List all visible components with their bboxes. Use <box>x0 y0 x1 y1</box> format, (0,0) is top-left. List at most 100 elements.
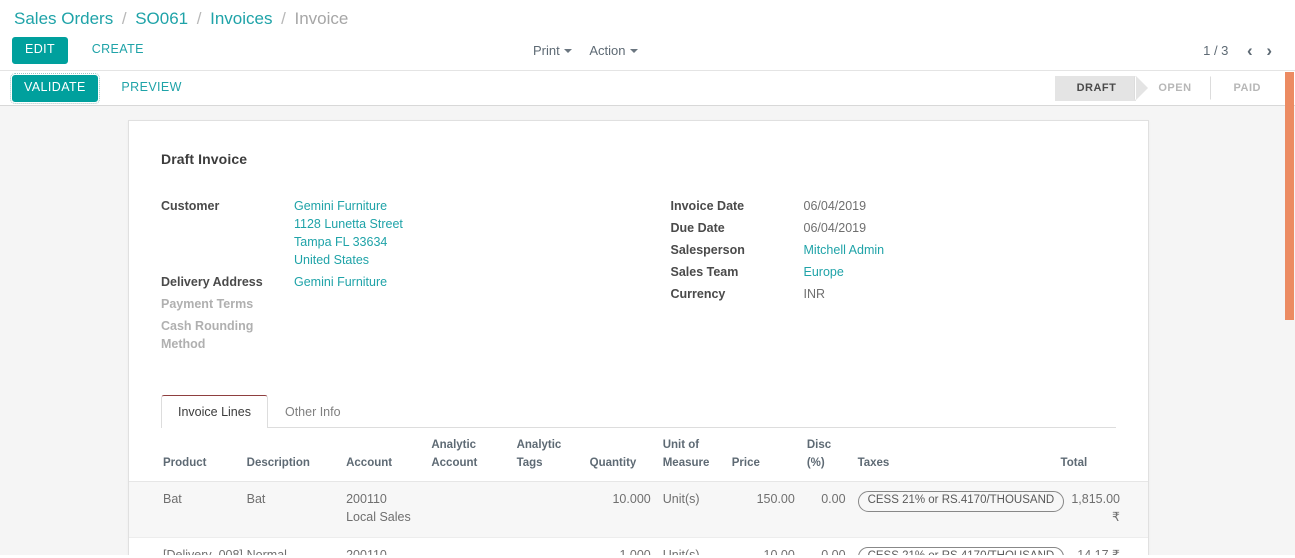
column-header-quantity[interactable]: Quantity <box>583 428 657 482</box>
field-group-left: Customer Gemini Furniture 1128 Lunetta S… <box>161 197 639 357</box>
cell-price[interactable]: 10.00 <box>725 537 801 555</box>
cell-unit-of-measure[interactable]: Unit(s) <box>656 481 726 538</box>
cell-analytic-account[interactable] <box>425 481 511 538</box>
edit-button[interactable]: EDIT <box>12 37 69 64</box>
print-menu[interactable]: Print <box>533 43 572 58</box>
uom-line2: Measure <box>662 457 710 469</box>
page-scrollbar[interactable] <box>1284 72 1295 558</box>
cell-analytic-tags[interactable] <box>510 481 584 538</box>
field-due-date-label: Due Date <box>670 221 725 235</box>
customer-street[interactable]: 1128 Lunetta Street <box>294 215 403 233</box>
field-due-date: Due Date 06/04/2019 <box>671 219 1117 237</box>
field-due-date-value[interactable]: 06/04/2019 <box>804 219 867 237</box>
table-row[interactable]: Bat Bat 200110 Local Sales 10.000 Unit(s… <box>129 481 1148 538</box>
breadcrumb-item-sales-orders[interactable]: Sales Orders <box>14 9 113 28</box>
field-payment-terms-label: Payment Terms <box>161 297 254 311</box>
column-header-price[interactable]: Price <box>725 428 801 482</box>
field-invoice-date: Invoice Date 06/04/2019 <box>671 197 1117 215</box>
cell-analytic-tags[interactable] <box>510 537 584 555</box>
field-customer-value: Gemini Furniture 1128 Lunetta Street Tam… <box>294 197 403 269</box>
column-header-taxes[interactable]: Taxes <box>851 428 1055 482</box>
cash-rounding-label-line2: Method <box>161 337 206 351</box>
invoice-lines-table: Product Description Account Analytic Acc… <box>129 428 1148 555</box>
field-cash-rounding-method: Cash Rounding Method <box>161 317 639 353</box>
breadcrumb-item-so061[interactable]: SO061 <box>135 9 188 28</box>
cell-unit-of-measure[interactable]: Unit(s) <box>656 537 726 555</box>
stage-paid[interactable]: PAID <box>1209 76 1281 101</box>
customer-city[interactable]: Tampa FL 33634 <box>294 233 403 251</box>
cell-quantity[interactable]: 1.000 <box>583 537 657 555</box>
cell-disc[interactable]: 0.00 <box>800 481 852 538</box>
field-delivery-address-label: Delivery Address <box>161 275 263 289</box>
field-sales-team-label: Sales Team <box>670 265 739 279</box>
control-panel-menus: Print Action <box>533 43 652 58</box>
field-groups: Customer Gemini Furniture 1128 Lunetta S… <box>161 197 1116 357</box>
cell-analytic-account[interactable] <box>425 537 511 555</box>
column-header-total[interactable]: Total <box>1054 428 1148 482</box>
cell-disc[interactable]: 0.00 <box>800 537 852 555</box>
preview-button[interactable]: PREVIEW <box>111 76 191 101</box>
cell-total[interactable]: 1,815.00 ₹ <box>1054 481 1148 538</box>
uom-line1: Unit of <box>662 439 700 451</box>
column-header-disc[interactable]: Disc (%) <box>800 428 852 482</box>
field-payment-terms: Payment Terms <box>161 295 639 313</box>
pager-next-icon[interactable]: › <box>1261 42 1277 59</box>
customer-country[interactable]: United States <box>294 251 403 269</box>
validate-button[interactable]: VALIDATE <box>10 73 100 104</box>
column-header-unit-of-measure[interactable]: Unit of Measure <box>656 428 726 482</box>
field-invoice-date-value[interactable]: 06/04/2019 <box>804 197 867 215</box>
notebook: Invoice Lines Other Info Product Descrip… <box>129 395 1148 555</box>
table-header-row: Product Description Account Analytic Acc… <box>129 428 1148 482</box>
table-row[interactable]: [Delivery_008] Normal Delivery Charges N… <box>129 537 1148 555</box>
analytic-account-line2: Account <box>431 457 478 469</box>
cell-description[interactable]: Bat <box>240 481 341 538</box>
stage-draft[interactable]: DRAFT <box>1054 76 1149 101</box>
tab-invoice-lines[interactable]: Invoice Lines <box>161 395 268 428</box>
cell-quantity[interactable]: 10.000 <box>583 481 657 538</box>
breadcrumb-item-invoices[interactable]: Invoices <box>210 9 272 28</box>
field-currency-value[interactable]: INR <box>804 285 826 303</box>
cell-account[interactable]: 200110 Local Sales <box>340 481 426 538</box>
action-menu-label: Action <box>589 43 626 58</box>
cell-total[interactable]: 14.17 ₹ <box>1054 537 1148 555</box>
customer-name-link[interactable]: Gemini Furniture <box>294 197 403 215</box>
disc-line2: (%) <box>806 457 825 469</box>
pager-previous-icon[interactable]: ‹ <box>1242 42 1258 59</box>
cell-product[interactable]: [Delivery_008] Normal Delivery Charges <box>129 537 243 555</box>
status-bar: VALIDATE PREVIEW DRAFT OPEN PAID <box>0 70 1295 106</box>
field-invoice-date-label: Invoice Date <box>670 199 745 213</box>
cell-price[interactable]: 150.00 <box>725 481 801 538</box>
scrollbar-thumb[interactable] <box>1285 72 1294 320</box>
scrollbar-track[interactable] <box>1284 72 1295 558</box>
field-customer-label: Customer <box>161 199 220 213</box>
breadcrumb-separator: / <box>121 9 127 28</box>
tab-other-info[interactable]: Other Info <box>268 395 358 428</box>
column-header-account[interactable]: Account <box>340 428 426 482</box>
action-menu[interactable]: Action <box>589 43 638 58</box>
delivery-address-link[interactable]: Gemini Furniture <box>294 275 387 289</box>
breadcrumb: Sales Orders / SO061 / Invoices / Invoic… <box>0 0 1295 37</box>
cell-account[interactable]: 200110 Local Sales <box>340 537 426 555</box>
breadcrumb-separator: / <box>281 9 286 28</box>
create-button[interactable]: CREATE <box>82 38 154 63</box>
field-sales-team-value[interactable]: Europe <box>804 263 844 281</box>
column-header-analytic-tags[interactable]: Analytic Tags <box>510 428 584 482</box>
sheet-area: Draft Invoice Customer Gemini Furniture … <box>0 106 1295 555</box>
column-header-product[interactable]: Product <box>129 428 241 482</box>
cell-taxes[interactable]: CESS 21% or RS.4170/THOUSAND <box>851 481 1065 538</box>
field-salesperson-label: Salesperson <box>670 243 745 257</box>
pager: 1 / 3 ‹ › <box>1203 42 1277 59</box>
field-customer: Customer Gemini Furniture 1128 Lunetta S… <box>161 197 639 269</box>
cell-taxes[interactable]: CESS 21% or RS.4170/THOUSAND <box>851 537 1065 555</box>
invoice-sheet: Draft Invoice Customer Gemini Furniture … <box>128 120 1149 555</box>
stage-indicator: DRAFT OPEN PAID <box>1054 76 1281 101</box>
column-header-description[interactable]: Description <box>240 428 341 482</box>
analytic-tags-line1: Analytic <box>516 439 562 451</box>
cell-product[interactable]: Bat <box>129 481 241 538</box>
table-body: Bat Bat 200110 Local Sales 10.000 Unit(s… <box>129 481 1148 555</box>
field-salesperson-value[interactable]: Mitchell Admin <box>804 241 885 259</box>
field-cash-rounding-method-label: Cash Rounding Method <box>161 317 294 353</box>
cell-description[interactable]: Normal Delivery Charges <box>240 537 341 555</box>
field-group-right: Invoice Date 06/04/2019 Due Date 06/04/2… <box>639 197 1117 357</box>
column-header-analytic-account[interactable]: Analytic Account <box>425 428 511 482</box>
